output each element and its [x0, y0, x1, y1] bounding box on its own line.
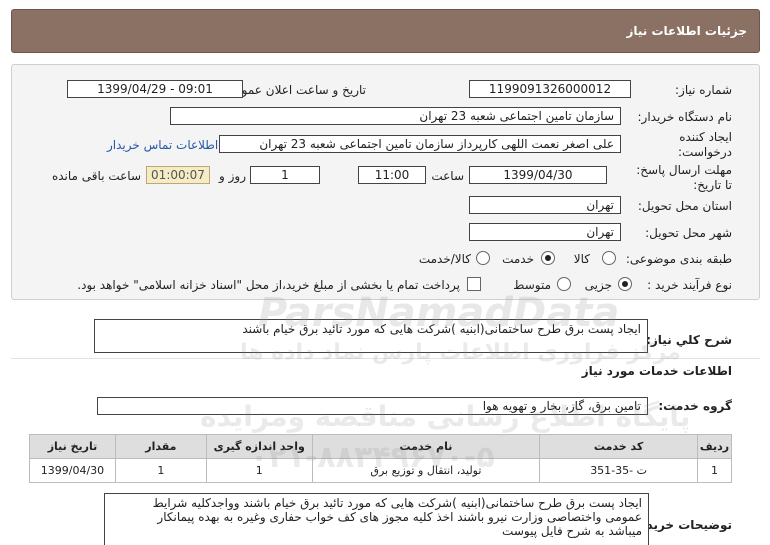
- page-title: جزئیات اطلاعات نیاز: [626, 24, 747, 38]
- payment-checkbox[interactable]: [467, 277, 481, 291]
- need-number-field: 1199091326000012: [469, 80, 631, 98]
- category-goods-service-label: کالا/خدمت: [418, 252, 471, 266]
- days-label: روز و: [219, 169, 246, 183]
- buyer-notes-line: میباشد به شرح فایل پیوست: [502, 524, 642, 538]
- city-label: شهر محل تحویل:: [645, 226, 732, 240]
- creator-label: ایجاد کننده: [679, 130, 732, 144]
- countdown-timer: 01:00:07: [146, 166, 210, 184]
- category-goods-radio[interactable]: [602, 251, 616, 265]
- col-need-date: تاریخ نیاز: [29, 434, 116, 459]
- services-info-title: اطلاعات خدمات مورد نیاز: [581, 364, 732, 378]
- province-label: استان محل تحویل:: [637, 199, 732, 213]
- buyer-contact-link[interactable]: اطلاعات تماس خریدار: [107, 138, 218, 152]
- remaining-label: ساعت باقی مانده: [51, 169, 141, 183]
- city-field: تهران: [469, 223, 621, 241]
- buyer-org-field: سازمان تامین اجتماعی شعبه 23 تهران: [170, 107, 621, 125]
- buyer-org-label: نام دستگاه خریدار:: [637, 110, 733, 124]
- province-field: تهران: [469, 196, 621, 214]
- time-label: ساعت: [431, 169, 464, 183]
- process-label: نوع فرآیند خرید :: [647, 278, 732, 292]
- creator-field: علی اصغر نعمت اللهی کارپرداز سازمان تامی…: [219, 135, 621, 153]
- col-service-code: کد خدمت: [539, 434, 698, 459]
- category-service-radio[interactable]: [541, 251, 555, 265]
- cell-row: 1: [696, 458, 733, 483]
- category-goods-label: کالا: [573, 252, 590, 266]
- announce-field: 1399/04/29 - 09:01: [67, 80, 243, 98]
- days-field: 1: [250, 166, 320, 184]
- category-label: طبقه بندی موضوعی:: [625, 252, 732, 266]
- deadline-date-field: 1399/04/30: [469, 166, 607, 184]
- category-goods-service-radio[interactable]: [476, 251, 490, 265]
- buyer-notes-line: ایجاد پست برق طرح ساختمانی(ابنیه )شرکت ه…: [152, 496, 642, 510]
- watermark-phone: ۰۲۱-۸۸۳۴۹۶۷۰-۵: [250, 440, 495, 475]
- deadline-label-2: تا تاریخ:: [693, 178, 732, 192]
- cell-quantity: 1: [114, 458, 207, 483]
- col-quantity: مقدار: [114, 434, 207, 459]
- page-header: جزئیات اطلاعات نیاز: [11, 9, 760, 53]
- deadline-label: مهلت ارسال پاسخ:: [636, 163, 732, 177]
- watermark-line1: مرکز فراوری اطلاعات پارس نماد داده ها: [240, 340, 681, 365]
- cell-service-code: ت -35-351: [539, 458, 698, 483]
- need-number-label: شماره نیاز:: [675, 83, 732, 97]
- category-service-label: خدمت: [502, 252, 534, 266]
- watermark-brand: ParsNamadData: [258, 290, 620, 336]
- buyer-notes-line: عمومی واختصاصی وزارت نیرو باشند اخذ کلیه…: [157, 510, 642, 524]
- cell-need-date: 1399/04/30: [29, 458, 116, 483]
- col-row: ردیف: [696, 434, 733, 459]
- process-partial-radio[interactable]: [618, 277, 632, 291]
- process-medium-radio[interactable]: [557, 277, 571, 291]
- buyer-notes-box: ایجاد پست برق طرح ساختمانی(ابنیه )شرکت ه…: [104, 493, 649, 545]
- watermark-line2: پایگاه اطلاع رسانی مناقصه ومزایده: [200, 400, 691, 433]
- deadline-time-field: 11:00: [358, 166, 426, 184]
- creator-label-2: درخواست:: [678, 145, 732, 159]
